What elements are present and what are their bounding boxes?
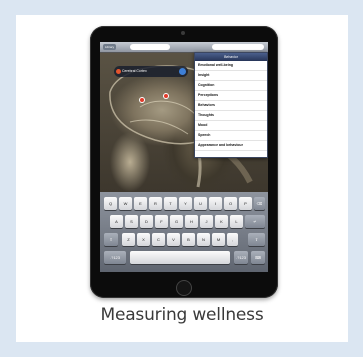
space-bar[interactable] bbox=[130, 251, 230, 264]
key-n[interactable]: N bbox=[197, 233, 210, 246]
key-z[interactable]: Z bbox=[122, 233, 135, 246]
key-t[interactable]: T bbox=[164, 197, 177, 210]
key-l[interactable]: L bbox=[230, 215, 243, 228]
key-h[interactable]: H bbox=[185, 215, 198, 228]
key-o[interactable]: O bbox=[224, 197, 237, 210]
key-e[interactable]: E bbox=[134, 197, 147, 210]
list-item[interactable]: Mood bbox=[195, 121, 267, 131]
key-v[interactable]: V bbox=[167, 233, 180, 246]
key-i[interactable]: I bbox=[209, 197, 222, 210]
numbers-key-left[interactable]: .?123 bbox=[104, 251, 126, 264]
key-x[interactable]: X bbox=[137, 233, 150, 246]
key-g[interactable]: G bbox=[170, 215, 183, 228]
list-item[interactable]: Cognition bbox=[195, 81, 267, 91]
key-s[interactable]: S bbox=[125, 215, 138, 228]
keyboard-row-3: ⇧ Z X C V B N M , ⇧ bbox=[100, 233, 268, 247]
key-p[interactable]: P bbox=[239, 197, 252, 210]
caption: Measuring wellness bbox=[100, 305, 264, 325]
key-f[interactable]: F bbox=[155, 215, 168, 228]
key-j[interactable]: J bbox=[200, 215, 213, 228]
key-m[interactable]: M bbox=[212, 233, 225, 246]
list-item[interactable]: Thoughts bbox=[195, 111, 267, 121]
ipad-screen: Cerebral Cortex Library Behavior Emotion… bbox=[100, 42, 268, 272]
promo-card: Cerebral Cortex Library Behavior Emotion… bbox=[16, 15, 348, 342]
structure-marker[interactable] bbox=[140, 98, 144, 102]
search-input[interactable] bbox=[130, 44, 170, 50]
keyboard-row-1: Q W E R T Y U I O P ⌫ bbox=[100, 197, 268, 211]
home-button bbox=[176, 280, 192, 296]
key-y[interactable]: Y bbox=[179, 197, 192, 210]
list-item[interactable]: Speech bbox=[195, 131, 267, 141]
key-comma[interactable]: , bbox=[227, 233, 238, 246]
key-q[interactable]: Q bbox=[104, 197, 117, 210]
onscreen-keyboard: Q W E R T Y U I O P ⌫ A S D F G H J K L … bbox=[100, 192, 268, 272]
list-item[interactable]: Appearance and behaviour bbox=[195, 141, 267, 151]
list-item[interactable]: Insight bbox=[195, 71, 267, 81]
key-d[interactable]: D bbox=[140, 215, 153, 228]
list-item[interactable]: Behaviors bbox=[195, 101, 267, 111]
shift-key[interactable]: ⇧ bbox=[104, 233, 118, 246]
key-w[interactable]: W bbox=[119, 197, 132, 210]
popover-title: Behavior bbox=[195, 53, 267, 61]
callout-label[interactable]: Cerebral Cortex bbox=[114, 66, 188, 77]
backspace-key[interactable]: ⌫ bbox=[254, 197, 265, 210]
key-c[interactable]: C bbox=[152, 233, 165, 246]
info-button[interactable] bbox=[179, 68, 186, 75]
pin-icon bbox=[116, 69, 121, 74]
key-a[interactable]: A bbox=[110, 215, 123, 228]
callout-title: Cerebral Cortex bbox=[122, 69, 147, 73]
keyboard-row-2: A S D F G H J K L ↵ bbox=[100, 215, 268, 229]
structure-marker[interactable] bbox=[164, 94, 168, 98]
list-item[interactable]: Emotional well-being bbox=[195, 61, 267, 71]
numbers-key-right[interactable]: .?123 bbox=[234, 251, 248, 264]
camera-icon bbox=[181, 31, 185, 35]
keyboard-row-4: .?123 .?123 ⌨ bbox=[100, 251, 268, 265]
ipad-device: Cerebral Cortex Library Behavior Emotion… bbox=[90, 26, 278, 298]
list-item[interactable]: Perceptions bbox=[195, 91, 267, 101]
library-button[interactable]: Library bbox=[103, 44, 117, 50]
key-r[interactable]: R bbox=[149, 197, 162, 210]
key-u[interactable]: U bbox=[194, 197, 207, 210]
structure-field[interactable] bbox=[212, 44, 264, 50]
shift-key-right[interactable]: ⇧ bbox=[248, 233, 265, 246]
keyboard-hide-key[interactable]: ⌨ bbox=[251, 251, 265, 264]
behavior-popover: Behavior Emotional well-being Insight Co… bbox=[194, 52, 268, 158]
return-key[interactable]: ↵ bbox=[245, 215, 265, 228]
key-b[interactable]: B bbox=[182, 233, 195, 246]
key-k[interactable]: K bbox=[215, 215, 228, 228]
